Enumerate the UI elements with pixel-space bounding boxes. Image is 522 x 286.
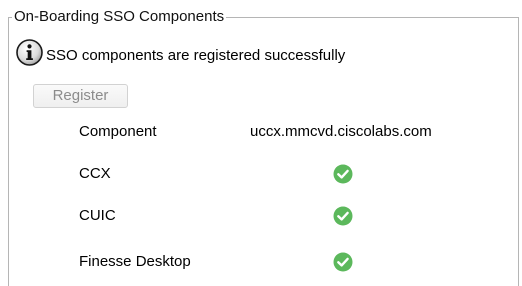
host-column-header: uccx.mmcvd.ciscolabs.com: [250, 123, 432, 140]
check-circle-icon: [333, 252, 353, 272]
check-circle-icon: [333, 206, 353, 226]
component-column-header: Component: [79, 123, 157, 140]
components-table: Component uccx.mmcvd.ciscolabs.com CCX C…: [0, 0, 522, 286]
component-name-ccx: CCX: [79, 165, 111, 182]
check-circle-icon: [333, 164, 353, 184]
sso-components-page: On-Boarding SSO Components SSO component…: [0, 0, 522, 286]
component-name-finesse-desktop: Finesse Desktop: [79, 253, 191, 270]
component-name-cuic: CUIC: [79, 207, 116, 224]
